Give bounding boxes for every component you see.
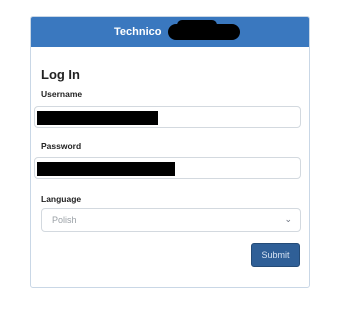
redacted-password xyxy=(37,162,175,176)
username-field[interactable] xyxy=(34,106,301,128)
redacted-title-mark xyxy=(168,20,240,40)
login-card: Technico Log In Username Password Langua… xyxy=(30,16,310,288)
submit-button[interactable]: Submit xyxy=(251,243,300,267)
redacted-username xyxy=(37,111,158,125)
language-select-value: Polish xyxy=(52,215,77,225)
card-header: Technico xyxy=(31,17,309,47)
password-label: Password xyxy=(41,141,82,151)
page-title: Log In xyxy=(41,67,80,82)
language-label: Language xyxy=(41,194,82,204)
password-field[interactable] xyxy=(34,157,301,179)
chevron-down-icon: ⌄ xyxy=(284,214,292,224)
app-title: Technico xyxy=(114,26,162,38)
language-select[interactable]: Polish ⌄ xyxy=(41,208,301,232)
username-label: Username xyxy=(41,89,83,99)
